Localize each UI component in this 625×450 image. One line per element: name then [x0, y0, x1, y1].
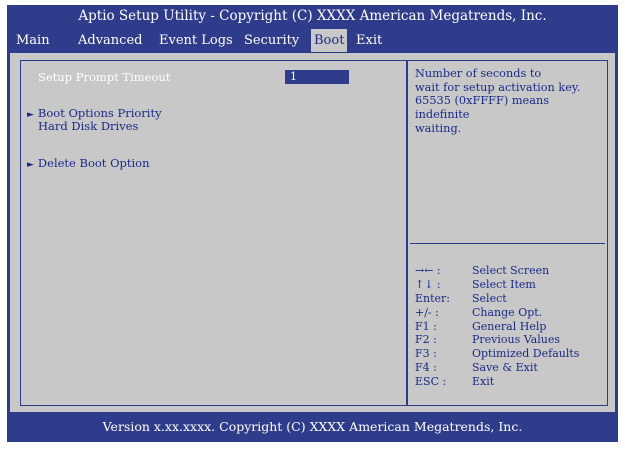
window-title: Aptio Setup Utility - Copyright (C) XXXX…: [78, 8, 547, 24]
setup-prompt-timeout-value[interactable]: 1: [285, 70, 349, 84]
key-name: F4 :: [415, 361, 437, 375]
tab-exit[interactable]: Exit: [356, 30, 382, 51]
help-line: 65535 (0xFFFF) means indefinite: [415, 94, 550, 122]
key-desc: Previous Values: [472, 333, 560, 347]
key-desc: Select: [472, 291, 507, 305]
boot-options-priority-label: Boot Options Priority: [37, 106, 162, 120]
tab-main[interactable]: Main: [16, 30, 50, 51]
tab-event-logs[interactable]: Event Logs: [159, 30, 233, 51]
footer-version: Version x.xx.xxxx. Copyright (C) XXXX Am…: [102, 419, 523, 434]
key-name: F3 :: [415, 347, 437, 361]
key-name: +/- :: [415, 305, 439, 319]
key-desc: Select Item: [472, 277, 536, 291]
help-panel: Number of seconds to wait for setup acti…: [407, 60, 608, 406]
delete-boot-option-label: Delete Boot Option: [37, 156, 150, 170]
key-desc: Select Screen: [472, 264, 550, 277]
help-line: waiting.: [415, 121, 462, 135]
delete-boot-option-item[interactable]: ► Delete Boot Option: [27, 156, 150, 170]
key-desc: General Help: [472, 319, 547, 333]
submenu-arrow-icon: ►: [27, 160, 34, 170]
tab-advanced[interactable]: Advanced: [78, 30, 142, 51]
help-line: wait for setup activation key.: [415, 80, 581, 94]
key-name: Enter:: [415, 291, 451, 305]
bios-window: Aptio Setup Utility - Copyright (C) XXXX…: [7, 5, 618, 442]
settings-panel: Setup Prompt Timeout 1 ► Boot Options Pri…: [20, 60, 407, 406]
hard-disk-drives-item[interactable]: Hard Disk Drives: [38, 119, 138, 133]
key-name: →← :: [415, 264, 441, 277]
tab-boot[interactable]: Boot: [311, 29, 348, 52]
help-divider: [410, 243, 605, 244]
content-area: Setup Prompt Timeout 1 ► Boot Options Pri…: [10, 53, 615, 412]
key-name: F2 :: [415, 333, 437, 347]
key-desc: Exit: [472, 375, 495, 389]
tab-security[interactable]: Security: [244, 30, 299, 51]
key-desc: Change Opt.: [472, 305, 543, 319]
key-name: F1 :: [415, 319, 437, 333]
boot-options-priority-item[interactable]: ► Boot Options Priority: [27, 106, 162, 120]
submenu-arrow-icon: ►: [27, 110, 34, 120]
key-name: ↑↓ :: [415, 277, 441, 291]
key-name: ESC :: [415, 375, 447, 389]
key-desc: Save & Exit: [472, 361, 538, 375]
help-line: Number of seconds to: [415, 67, 542, 80]
help-text: Number of seconds to wait for setup acti…: [415, 67, 603, 136]
key-desc: Optimized Defaults: [472, 347, 580, 361]
setup-prompt-timeout-label[interactable]: Setup Prompt Timeout: [38, 70, 170, 84]
